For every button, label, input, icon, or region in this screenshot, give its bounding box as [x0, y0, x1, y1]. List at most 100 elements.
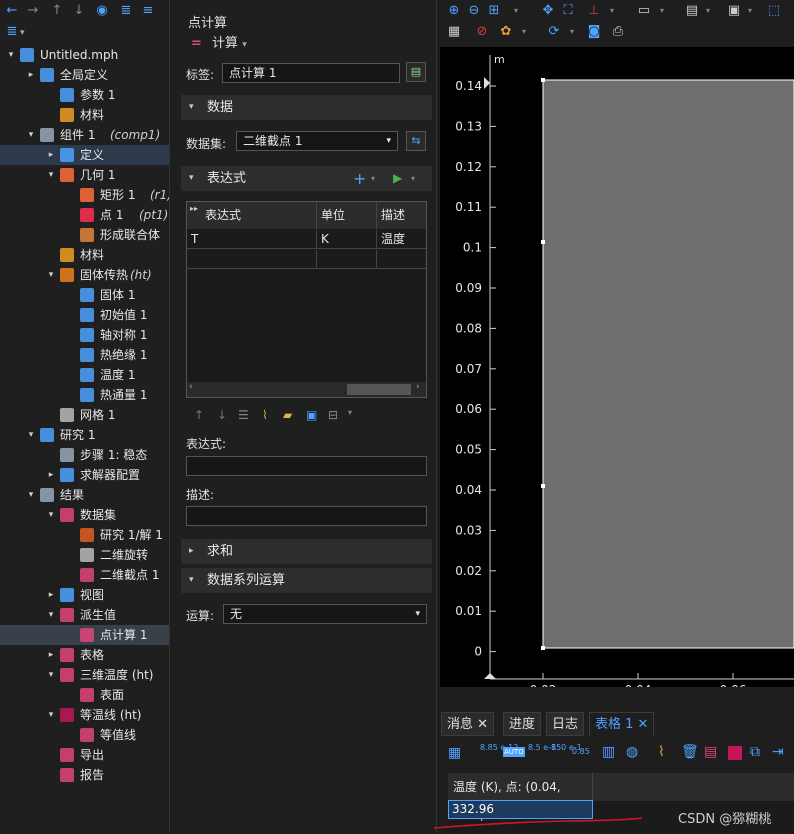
- zoom-out-icon[interactable]: ⊖: [466, 3, 482, 19]
- table-cell[interactable]: T: [187, 230, 317, 249]
- chevron-down-icon[interactable]: ▾: [700, 3, 716, 19]
- tree-item[interactable]: 研究 1/解 1: [0, 525, 169, 545]
- section-sum[interactable]: ▸ 求和: [181, 539, 432, 564]
- range-icon[interactable]: ⊟: [328, 408, 338, 422]
- tree-item[interactable]: 参数 1: [0, 85, 169, 105]
- full-precision-icon[interactable]: ▥: [602, 744, 615, 760]
- tree-item[interactable]: ▾ 数据集: [0, 505, 169, 525]
- scroll-thumb[interactable]: [347, 384, 411, 395]
- results-column-header[interactable]: 温度 (K), 点: (0.04, 0.04): [448, 773, 593, 822]
- table-cell[interactable]: [187, 250, 317, 269]
- tree-item[interactable]: ▾ 固体传热 (ht): [0, 265, 169, 285]
- expression-field[interactable]: [186, 456, 427, 476]
- chevron-down-icon[interactable]: ▾: [26, 425, 36, 445]
- tree-item[interactable]: ▾ 三维温度 (ht): [0, 665, 169, 685]
- tree-item[interactable]: 材料: [0, 105, 169, 125]
- tab-messages[interactable]: 消息 ✕: [441, 712, 495, 736]
- chevron-down-icon[interactable]: ▾: [508, 3, 524, 19]
- tree-item[interactable]: 点计算 1: [0, 625, 169, 645]
- chevron-down-icon[interactable]: ▾: [742, 3, 758, 19]
- delete-icon[interactable]: 🗑: [681, 744, 699, 760]
- plot-canvas[interactable]: 0.14 0.13 0.12 0.11 0.1 0.09 0.08 0.07 0.06 0.05 0…: [440, 47, 794, 697]
- chevron-right-icon[interactable]: ▸: [26, 65, 36, 85]
- tree-item[interactable]: 网格 1: [0, 405, 169, 425]
- open-file-icon[interactable]: ▰: [283, 408, 292, 422]
- chevron-down-icon[interactable]: ▾: [348, 408, 352, 417]
- section-data[interactable]: ▾ 数据: [181, 95, 432, 120]
- table-cell[interactable]: [377, 250, 426, 269]
- tab-log[interactable]: 日志: [546, 712, 585, 736]
- table-header-unit[interactable]: 单位: [317, 202, 377, 229]
- center-icon[interactable]: ✥: [540, 3, 556, 19]
- export-icon[interactable]: ⇥: [772, 744, 784, 760]
- table-cell[interactable]: [317, 250, 377, 269]
- arrow-up-icon[interactable]: ↑: [49, 3, 65, 19]
- tree-item[interactable]: ▸ 视图: [0, 585, 169, 605]
- section-expressions[interactable]: ▾ 表达式 + ▾ ▶ ▾: [181, 166, 432, 191]
- select-box-icon[interactable]: ⬚: [766, 3, 782, 19]
- replace-expression-icon[interactable]: ▶: [393, 166, 402, 191]
- clear-icon[interactable]: ⌇: [658, 744, 665, 760]
- list-icon[interactable]: ≣ ▾: [4, 24, 25, 40]
- tree-item[interactable]: ▸ 求解器配置: [0, 465, 169, 485]
- dataset-goto-button[interactable]: ⇆: [406, 131, 426, 151]
- chevron-right-icon[interactable]: ▸: [46, 585, 56, 605]
- move-up-icon[interactable]: ↑: [194, 408, 204, 422]
- compute-button[interactable]: = 计算 ▾: [191, 32, 247, 51]
- palette-icon[interactable]: ✿: [498, 24, 514, 40]
- chevron-down-icon[interactable]: ▾: [516, 24, 532, 40]
- expand-icon[interactable]: ≣: [118, 3, 134, 19]
- format-auto-button[interactable]: AUTO: [503, 747, 525, 757]
- table-graph-icon[interactable]: [728, 746, 742, 760]
- zoom-extents-icon[interactable]: ⛶: [560, 3, 576, 19]
- tree-item[interactable]: ▾ 研究 1: [0, 425, 169, 445]
- chevron-right-icon[interactable]: ▸: [46, 145, 56, 165]
- operation-select[interactable]: 无 ▾: [223, 604, 427, 624]
- tree-item[interactable]: 轴对称 1: [0, 325, 169, 345]
- tree-item[interactable]: ▾ 派生值: [0, 605, 169, 625]
- chevron-down-icon[interactable]: ▾: [6, 45, 16, 65]
- chevron-right-icon[interactable]: ▸: [46, 645, 56, 665]
- close-icon[interactable]: ✕: [638, 717, 649, 732]
- tree-item[interactable]: 等值线: [0, 725, 169, 745]
- tree-item[interactable]: 热通量 1: [0, 385, 169, 405]
- format-decimal-button[interactable]: 0.85: [572, 747, 590, 756]
- add-expression-icon[interactable]: +: [353, 166, 366, 191]
- table-cell[interactable]: K: [317, 230, 377, 249]
- chevron-down-icon[interactable]: ▾: [654, 3, 670, 19]
- tree-item[interactable]: 表面: [0, 685, 169, 705]
- tree-item[interactable]: 形成联合体: [0, 225, 169, 245]
- print-icon[interactable]: ⎙: [610, 24, 626, 40]
- chevron-down-icon[interactable]: ▾: [564, 24, 580, 40]
- label-field[interactable]: 点计算 1: [222, 63, 400, 83]
- tree-item[interactable]: 矩形 1 (r1): [0, 185, 169, 205]
- chevron-down-icon[interactable]: ▾: [46, 605, 56, 625]
- tree-item[interactable]: 报告: [0, 765, 169, 785]
- globe-icon[interactable]: ◍: [626, 744, 638, 760]
- scroll-right-icon[interactable]: ›: [416, 382, 420, 392]
- zoom-in-icon[interactable]: ⊕: [446, 3, 462, 19]
- tree-item[interactable]: 导出: [0, 745, 169, 765]
- view-icon[interactable]: ▤: [684, 3, 700, 19]
- tree-item[interactable]: 步骤 1: 稳态: [0, 445, 169, 465]
- tree-item[interactable]: ▾Untitled.mph(root): [0, 45, 169, 65]
- chevron-down-icon[interactable]: ▾: [411, 166, 415, 191]
- collapse-icon[interactable]: ≡: [140, 3, 156, 19]
- chevron-down-icon[interactable]: ▾: [46, 665, 56, 685]
- table-header-expression[interactable]: ▸▸ 表达式: [187, 202, 317, 229]
- zoom-box-icon[interactable]: ⊞: [486, 3, 502, 19]
- tree-item[interactable]: 二维截点 1: [0, 565, 169, 585]
- camera-icon[interactable]: ◙: [586, 24, 602, 40]
- description-field[interactable]: [186, 506, 427, 526]
- tree-item[interactable]: 二维旋转: [0, 545, 169, 565]
- tree-item[interactable]: ▸ 定义: [0, 145, 169, 165]
- geometry-rectangle[interactable]: [542, 79, 794, 649]
- scene-icon[interactable]: ▣: [726, 3, 742, 19]
- table-header-description[interactable]: 描述: [377, 202, 426, 229]
- tree-item[interactable]: ▸ 表格: [0, 645, 169, 665]
- tree-item[interactable]: 点 1 (pt1): [0, 205, 169, 225]
- close-icon[interactable]: ✕: [477, 717, 488, 732]
- chevron-down-icon[interactable]: ▾: [371, 166, 375, 191]
- label-sync-button[interactable]: ▤: [406, 62, 426, 82]
- arrow-right-icon[interactable]: →: [25, 3, 41, 19]
